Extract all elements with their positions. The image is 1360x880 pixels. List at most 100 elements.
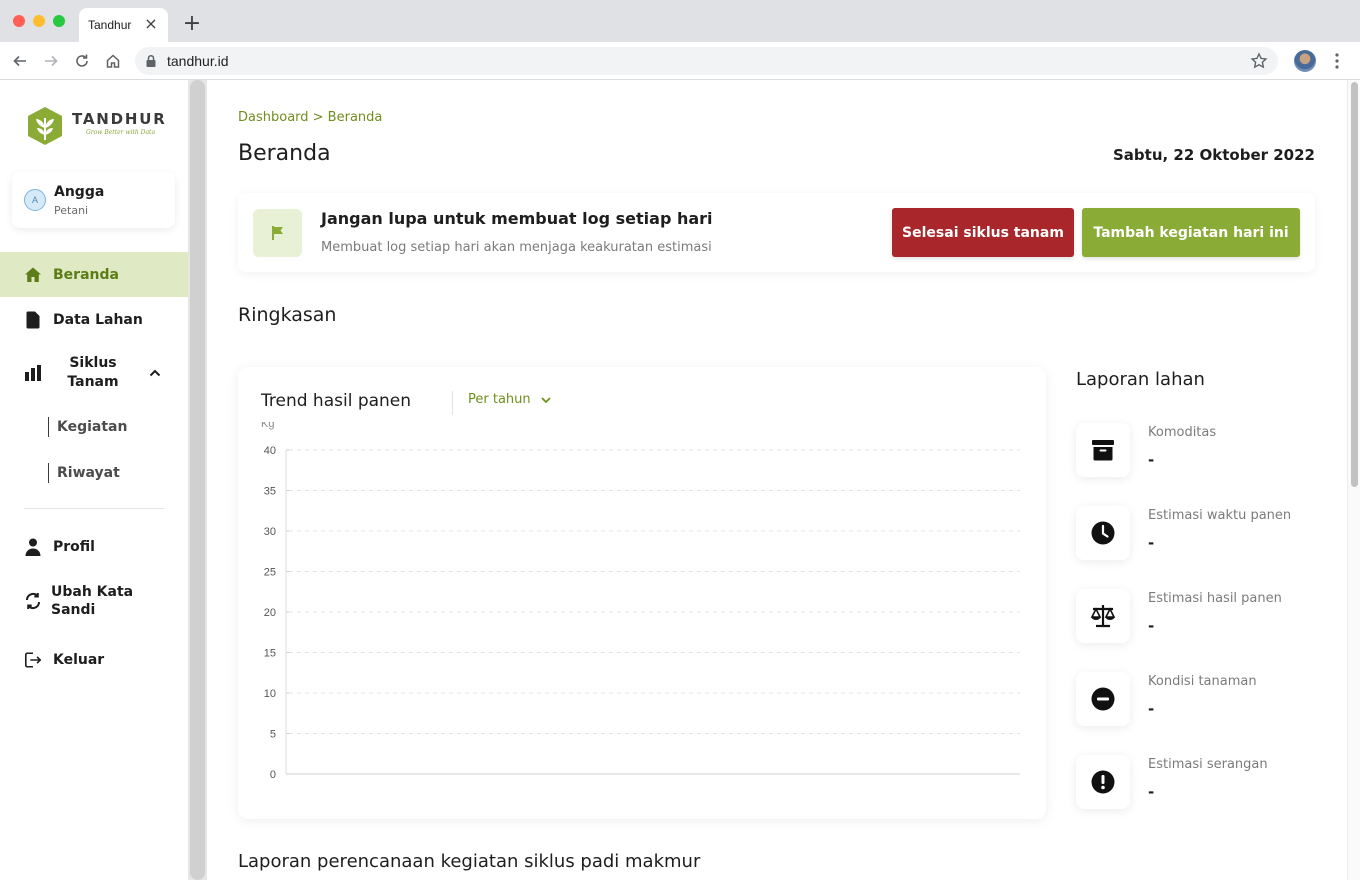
sync-icon	[24, 592, 42, 610]
page-scrollbar-thumb[interactable]	[1351, 82, 1358, 487]
report-label: Estimasi waktu panen	[1148, 508, 1292, 523]
harvest-trend-chart: Kg 0 5 10 15 20 25 30 35 40	[261, 422, 1020, 781]
report-value: -	[1148, 451, 1155, 469]
page-scrollbar[interactable]	[1347, 80, 1360, 880]
report-label: Estimasi serangan	[1148, 757, 1268, 772]
period-selected: Per tahun	[468, 392, 531, 407]
finish-cycle-button[interactable]: Selesai siklus tanam	[892, 208, 1074, 257]
y-tick-label: 25	[264, 567, 276, 579]
chevron-up-icon[interactable]	[148, 365, 162, 384]
logo[interactable]: TANDHUR Grow Better with Data	[26, 106, 167, 146]
reminder-banner: Jangan lupa untuk membuat log setiap har…	[238, 193, 1315, 272]
report-value: -	[1148, 700, 1155, 718]
y-tick-label: 30	[264, 526, 276, 538]
home-browser-icon[interactable]	[103, 51, 123, 71]
chart-card: Trend hasil panen Per tahun Kg 0 5 10 15 20 25…	[238, 367, 1046, 819]
url-text: tandhur.id	[167, 53, 229, 69]
planning-report-title: Laporan perencanaan kegiatan siklus padi…	[238, 851, 701, 872]
sidebar-divider	[24, 508, 164, 509]
sidebar-item-label: Keluar	[53, 652, 105, 668]
sidebar-subitem-kegiatan[interactable]: Kegiatan	[48, 417, 127, 437]
report-label: Kondisi tanaman	[1148, 674, 1257, 689]
flag-icon	[253, 209, 302, 257]
sidebar-item-profil[interactable]: Profil	[0, 525, 188, 569]
y-tick-label: 15	[264, 648, 276, 660]
close-icon[interactable]: ×	[143, 14, 159, 34]
user-card[interactable]: A Angga Petani	[12, 172, 175, 228]
report-value: -	[1148, 617, 1155, 635]
y-tick-label: 5	[270, 729, 276, 741]
user-name: Angga	[54, 184, 105, 200]
summary-title: Ringkasan	[238, 304, 337, 326]
logo-name: TANDHUR	[72, 110, 167, 128]
sidebar-item-label: Siklus Tanam	[67, 355, 119, 390]
page-date: Sabtu, 22 Oktober 2022	[1112, 146, 1315, 164]
sidebar-item-label: Data Lahan	[53, 311, 143, 328]
sidebar-scrollbar[interactable]	[188, 80, 207, 880]
tab-title: Tandhur	[88, 18, 132, 32]
clock-icon	[1076, 506, 1130, 560]
chevron-down-icon	[541, 396, 551, 403]
banner-title: Jangan lupa untuk membuat log setiap har…	[321, 209, 713, 228]
home-icon	[24, 266, 42, 284]
report-item-komoditas: Komoditas -	[1076, 423, 1316, 479]
y-tick-label: 20	[264, 607, 276, 619]
sidebar: TANDHUR Grow Better with Data A Angga Pe…	[0, 80, 188, 880]
logo-tagline: Grow Better with Data	[86, 129, 156, 136]
archive-box-icon	[1076, 423, 1130, 477]
lock-icon	[146, 54, 156, 67]
report-label: Estimasi hasil panen	[1148, 591, 1282, 606]
report-value: -	[1148, 534, 1155, 552]
person-icon	[24, 538, 42, 556]
browser-toolbar: tandhur.id	[0, 42, 1360, 80]
exclamation-circle-icon	[1076, 755, 1130, 809]
reload-icon[interactable]	[72, 51, 92, 71]
forward-icon[interactable]	[41, 51, 61, 71]
sidebar-item-siklus-tanam[interactable]: Siklus Tanam	[0, 350, 188, 396]
back-icon[interactable]	[10, 51, 30, 71]
report-value: -	[1148, 783, 1155, 801]
y-tick-label: 10	[264, 688, 276, 700]
land-report: Laporan lahan Komoditas - Estimasi waktu…	[1076, 367, 1316, 827]
window-minimize-button[interactable]	[33, 15, 45, 27]
sidebar-item-data-lahan[interactable]: Data Lahan	[0, 297, 188, 342]
file-icon	[24, 311, 42, 329]
browser-tab[interactable]: Tandhur ×	[79, 8, 168, 42]
period-dropdown[interactable]: Per tahun	[468, 392, 552, 407]
bookmark-star-icon[interactable]	[1250, 52, 1268, 70]
scale-icon	[1076, 589, 1130, 643]
avatar: A	[24, 189, 46, 211]
y-axis-label: Kg	[261, 422, 274, 430]
address-bar[interactable]: tandhur.id	[135, 47, 1278, 75]
report-label: Komoditas	[1148, 425, 1217, 440]
new-tab-icon[interactable]: +	[182, 12, 202, 36]
sidebar-scrollbar-thumb[interactable]	[190, 80, 205, 880]
sidebar-item-beranda[interactable]: Beranda	[0, 252, 188, 297]
tandhur-logo-icon	[28, 107, 62, 145]
page-title: Beranda	[238, 141, 331, 166]
browser-menu-icon[interactable]	[1330, 51, 1344, 71]
banner-subtitle: Membuat log setiap hari akan menjaga kea…	[321, 240, 712, 255]
main-content: Dashboard > Beranda Beranda Sabtu, 22 Ok…	[207, 80, 1347, 880]
user-role: Petani	[54, 204, 89, 217]
bar-chart-icon	[24, 364, 42, 382]
land-report-title: Laporan lahan	[1076, 369, 1205, 390]
minus-circle-icon	[1076, 672, 1130, 726]
y-tick-label: 0	[270, 769, 276, 781]
browser-profile-avatar[interactable]	[1294, 50, 1316, 72]
report-item-estimasi-waktu-panen: Estimasi waktu panen -	[1076, 506, 1316, 562]
chart-title: Trend hasil panen	[261, 391, 412, 411]
window-maximize-button[interactable]	[53, 15, 65, 27]
report-item-estimasi-serangan: Estimasi serangan -	[1076, 755, 1316, 811]
sidebar-item-label: Beranda	[53, 266, 119, 283]
breadcrumb[interactable]: Dashboard > Beranda	[238, 110, 382, 125]
browser-tab-bar: Tandhur × +	[0, 0, 1360, 42]
sidebar-item-label: Ubah Kata Sandi	[51, 584, 134, 618]
sidebar-item-keluar[interactable]: Keluar	[0, 638, 188, 682]
y-tick-label: 40	[264, 445, 276, 457]
sidebar-item-ubah-kata-sandi[interactable]: Ubah Kata Sandi	[0, 577, 188, 625]
sidebar-item-label: Profil	[53, 539, 95, 555]
window-close-button[interactable]	[13, 15, 25, 27]
sidebar-subitem-riwayat[interactable]: Riwayat	[48, 463, 120, 483]
add-activity-button[interactable]: Tambah kegiatan hari ini	[1082, 208, 1300, 257]
